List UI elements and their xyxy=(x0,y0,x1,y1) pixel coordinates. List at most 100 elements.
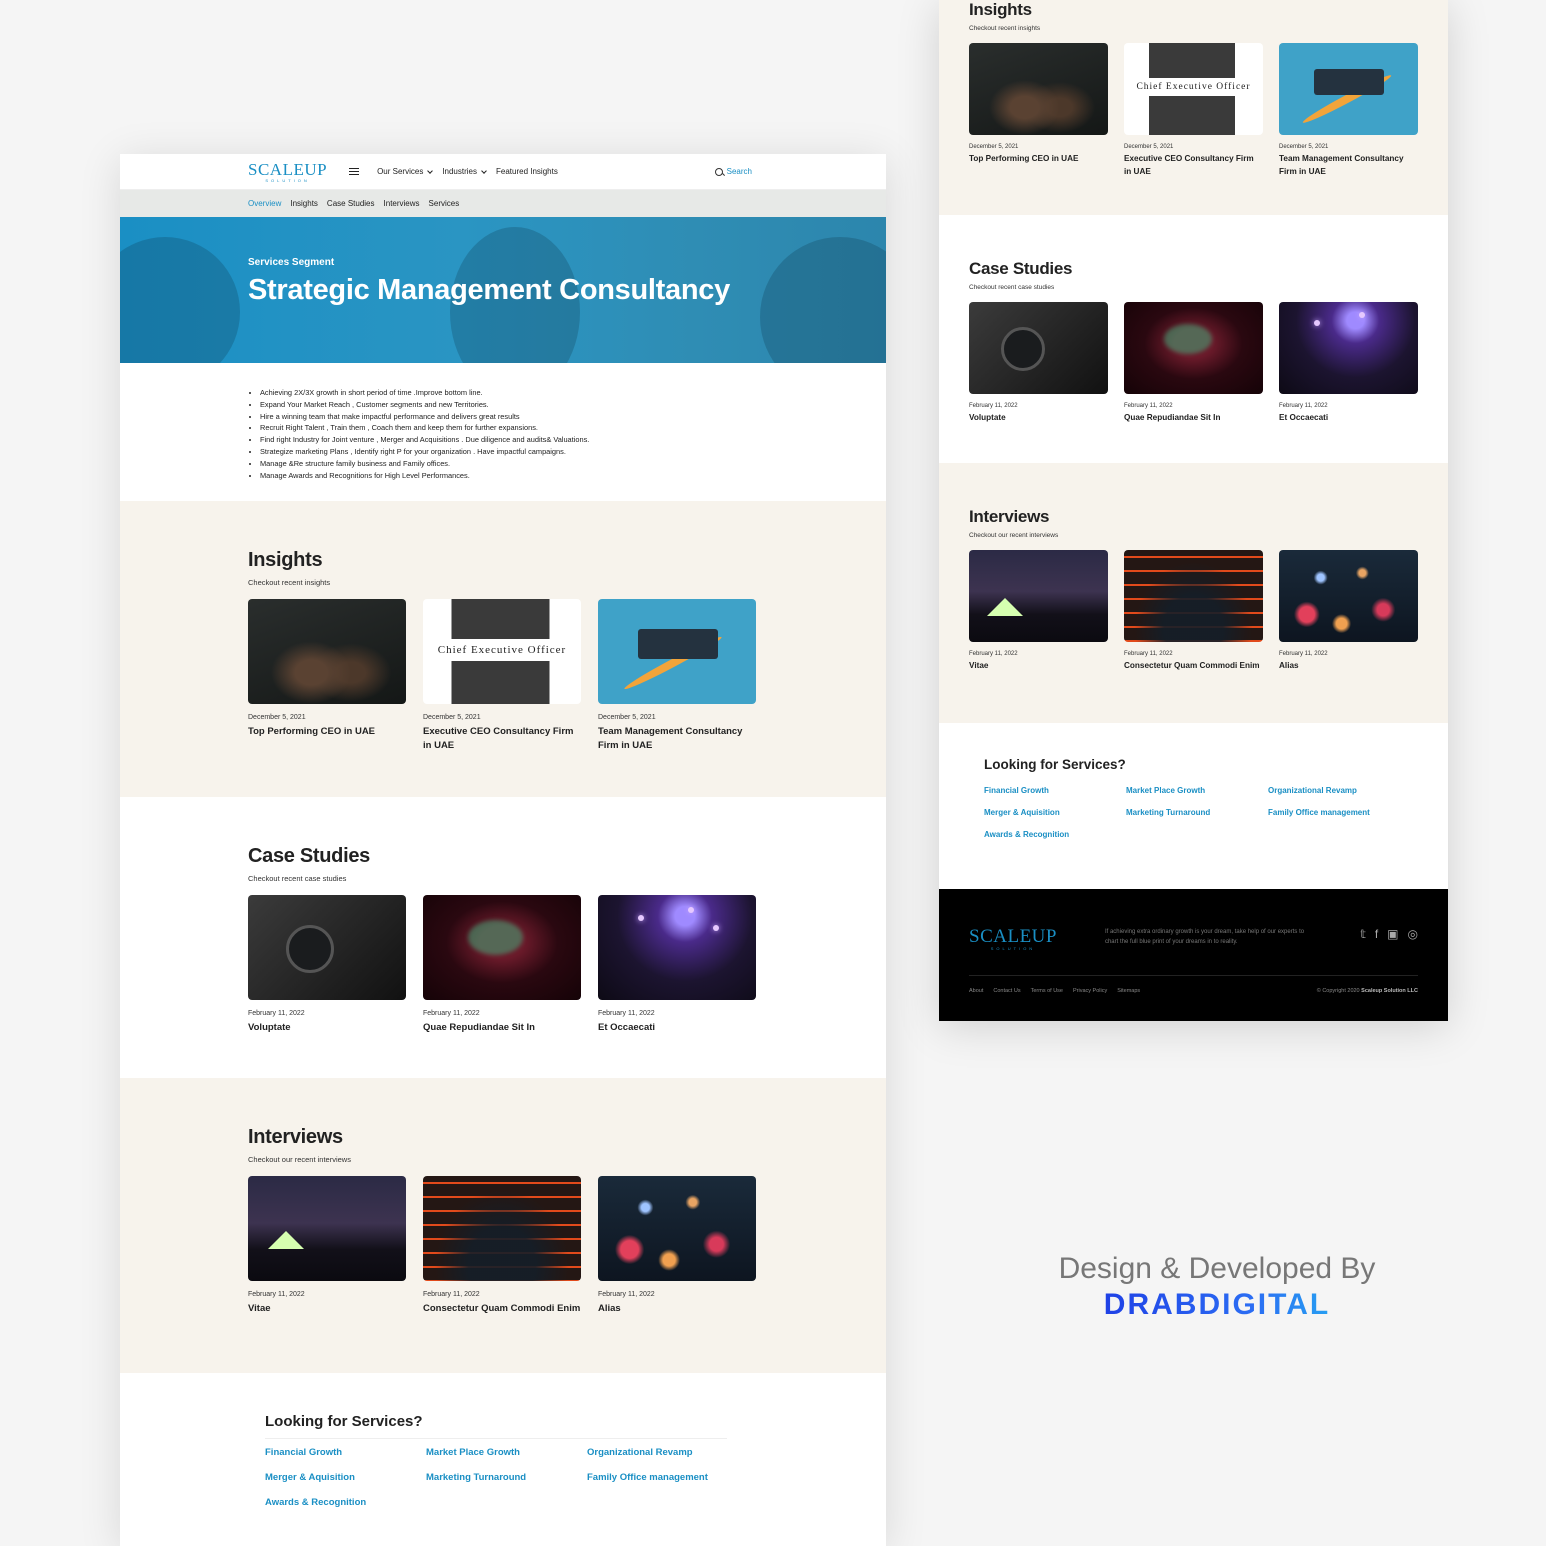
divider xyxy=(969,975,1418,976)
credit-block: Design & Developed By DRABDIGITAL xyxy=(1040,1252,1394,1322)
case-study-card[interactable]: February 11, 2022 Quae Repudiandae Sit I… xyxy=(1124,302,1263,425)
linkedin-icon[interactable]: ▣ xyxy=(1387,927,1398,941)
list-item: Achieving 2X/3X growth in short period o… xyxy=(260,387,886,399)
card-row: February 11, 2022 Voluptate February 11,… xyxy=(248,895,886,1035)
image-detail xyxy=(638,915,644,921)
credit-brand: DRABDIGITAL xyxy=(1040,1288,1394,1322)
footer-bottom: About Contact Us Terms of Use Privacy Po… xyxy=(969,988,1418,994)
menu-icon[interactable] xyxy=(349,167,360,176)
service-link[interactable]: Awards & Recognition xyxy=(984,830,1126,839)
card-date: December 5, 2021 xyxy=(423,714,481,721)
interview-card[interactable]: February 11, 2022 Vitae xyxy=(969,550,1108,673)
image-detail xyxy=(1359,312,1365,318)
insight-card[interactable]: Chief Executive Officer December 5, 2021… xyxy=(423,599,581,753)
service-link[interactable]: Marketing Turnaround xyxy=(1126,808,1268,817)
service-link[interactable]: Marketing Turnaround xyxy=(426,1472,587,1483)
card-title: Vitae xyxy=(248,1303,271,1314)
footer-link-terms[interactable]: Terms of Use xyxy=(1031,988,1063,994)
insights-section: Insights Checkout recent insights Decemb… xyxy=(120,501,886,797)
card-image xyxy=(969,302,1108,394)
case-study-card[interactable]: February 11, 2022 Quae Repudiandae Sit I… xyxy=(423,895,581,1035)
card-image xyxy=(969,550,1108,642)
card-date: February 11, 2022 xyxy=(598,1010,655,1017)
service-link[interactable]: Family Office management xyxy=(1268,808,1410,817)
image-detail xyxy=(268,1231,304,1249)
image-detail xyxy=(1001,327,1045,371)
case-study-card[interactable]: February 11, 2022 Voluptate xyxy=(248,895,406,1035)
services-section: Looking for Services? Financial Growth M… xyxy=(120,1373,886,1508)
subnav-services[interactable]: Services xyxy=(429,199,460,208)
case-study-card[interactable]: February 11, 2022 Et Occaecati xyxy=(598,895,756,1035)
twitter-icon[interactable]: 𝕥 xyxy=(1360,927,1366,941)
footer-link-contact[interactable]: Contact Us xyxy=(993,988,1020,994)
card-title: Top Performing CEO in UAE xyxy=(969,154,1079,163)
image-detail xyxy=(468,920,523,955)
card-image xyxy=(598,1176,756,1281)
nav-industries[interactable]: Industries xyxy=(442,167,487,176)
service-link[interactable]: Financial Growth xyxy=(265,1447,426,1458)
service-link[interactable]: Merger & Aquisition xyxy=(265,1472,426,1483)
logo-wordmark: SCALEUP xyxy=(248,159,328,179)
footer-top: SCALEUP SOLUTION If achieving extra ordi… xyxy=(969,927,1418,951)
section-title: Looking for Services? xyxy=(984,757,1126,772)
hero-banner: Services Segment Strategic Management Co… xyxy=(120,217,886,363)
image-detail xyxy=(1164,324,1212,354)
image-detail xyxy=(638,629,718,659)
search-button[interactable]: Search xyxy=(714,167,752,176)
card-row: February 11, 2022 Vitae February 11, 202… xyxy=(969,550,1448,673)
insight-card[interactable]: December 5, 2021 Team Management Consult… xyxy=(598,599,756,753)
instagram-icon[interactable]: ◎ xyxy=(1408,927,1418,941)
hero-eyebrow: Services Segment xyxy=(248,257,335,268)
footer-logo[interactable]: SCALEUP SOLUTION xyxy=(969,927,1057,951)
card-row: February 11, 2022 Voluptate February 11,… xyxy=(969,302,1448,425)
insight-card[interactable]: December 5, 2021 Top Performing CEO in U… xyxy=(969,43,1108,178)
interview-card[interactable]: February 11, 2022 Vitae xyxy=(248,1176,406,1316)
copyright: © Copyright 2020 Scaleup Solution LLC xyxy=(1317,988,1418,994)
interview-card[interactable]: February 11, 2022 Consectetur Quam Commo… xyxy=(1124,550,1263,673)
subnav-insights[interactable]: Insights xyxy=(290,199,318,208)
footer-link-about[interactable]: About xyxy=(969,988,983,994)
logo-subtext: SOLUTION xyxy=(265,177,310,183)
interview-card[interactable]: February 11, 2022 Consectetur Quam Commo… xyxy=(423,1176,581,1316)
card-title: Executive CEO Consultancy Firm in UAE xyxy=(1124,154,1254,176)
card-date: December 5, 2021 xyxy=(248,714,306,721)
nav-our-services[interactable]: Our Services xyxy=(377,167,434,176)
card-row: December 5, 2021 Top Performing CEO in U… xyxy=(248,599,886,753)
card-date: February 11, 2022 xyxy=(423,1291,480,1298)
footer-link-privacy[interactable]: Privacy Policy xyxy=(1073,988,1107,994)
logo[interactable]: SCALEUP SOLUTION xyxy=(248,161,327,183)
service-link[interactable]: Awards & Recognition xyxy=(265,1497,426,1508)
insight-card[interactable]: December 5, 2021 Top Performing CEO in U… xyxy=(248,599,406,753)
nav-featured-insights[interactable]: Featured Insights xyxy=(496,167,558,176)
image-detail xyxy=(1314,69,1384,95)
service-link[interactable]: Financial Growth xyxy=(984,786,1126,795)
service-link[interactable]: Market Place Growth xyxy=(1126,786,1268,795)
insight-card[interactable]: December 5, 2021 Team Management Consult… xyxy=(1279,43,1418,178)
card-date: February 11, 2022 xyxy=(1279,651,1328,657)
search-icon xyxy=(714,167,723,176)
interview-card[interactable]: February 11, 2022 Alias xyxy=(1279,550,1418,673)
card-title: Vitae xyxy=(969,661,989,670)
case-study-card[interactable]: February 11, 2022 Et Occaecati xyxy=(1279,302,1418,425)
footer-link-sitemaps[interactable]: Sitemaps xyxy=(1117,988,1140,994)
service-link[interactable]: Organizational Revamp xyxy=(1268,786,1410,795)
subnav-overview[interactable]: Overview xyxy=(248,199,281,208)
card-date: December 5, 2021 xyxy=(1124,144,1174,150)
card-date: February 11, 2022 xyxy=(248,1291,305,1298)
subnav-interviews[interactable]: Interviews xyxy=(384,199,420,208)
service-link[interactable]: Merger & Aquisition xyxy=(984,808,1126,817)
image-detail xyxy=(987,598,1023,616)
facebook-icon[interactable]: f xyxy=(1375,927,1378,941)
service-link[interactable]: Market Place Growth xyxy=(426,1447,587,1458)
section-title: Interviews xyxy=(248,1126,343,1148)
service-link[interactable]: Organizational Revamp xyxy=(587,1447,748,1458)
chevron-down-icon xyxy=(427,167,434,174)
case-study-card[interactable]: February 11, 2022 Voluptate xyxy=(969,302,1108,425)
card-image xyxy=(1124,302,1263,394)
insight-card[interactable]: Chief Executive Officer December 5, 2021… xyxy=(1124,43,1263,178)
service-link[interactable]: Family Office management xyxy=(587,1472,748,1483)
list-item: Strategize marketing Plans , Identify ri… xyxy=(260,446,886,458)
interview-card[interactable]: February 11, 2022 Alias xyxy=(598,1176,756,1316)
card-title: Quae Repudiandae Sit In xyxy=(1124,413,1221,422)
subnav-case-studies[interactable]: Case Studies xyxy=(327,199,375,208)
